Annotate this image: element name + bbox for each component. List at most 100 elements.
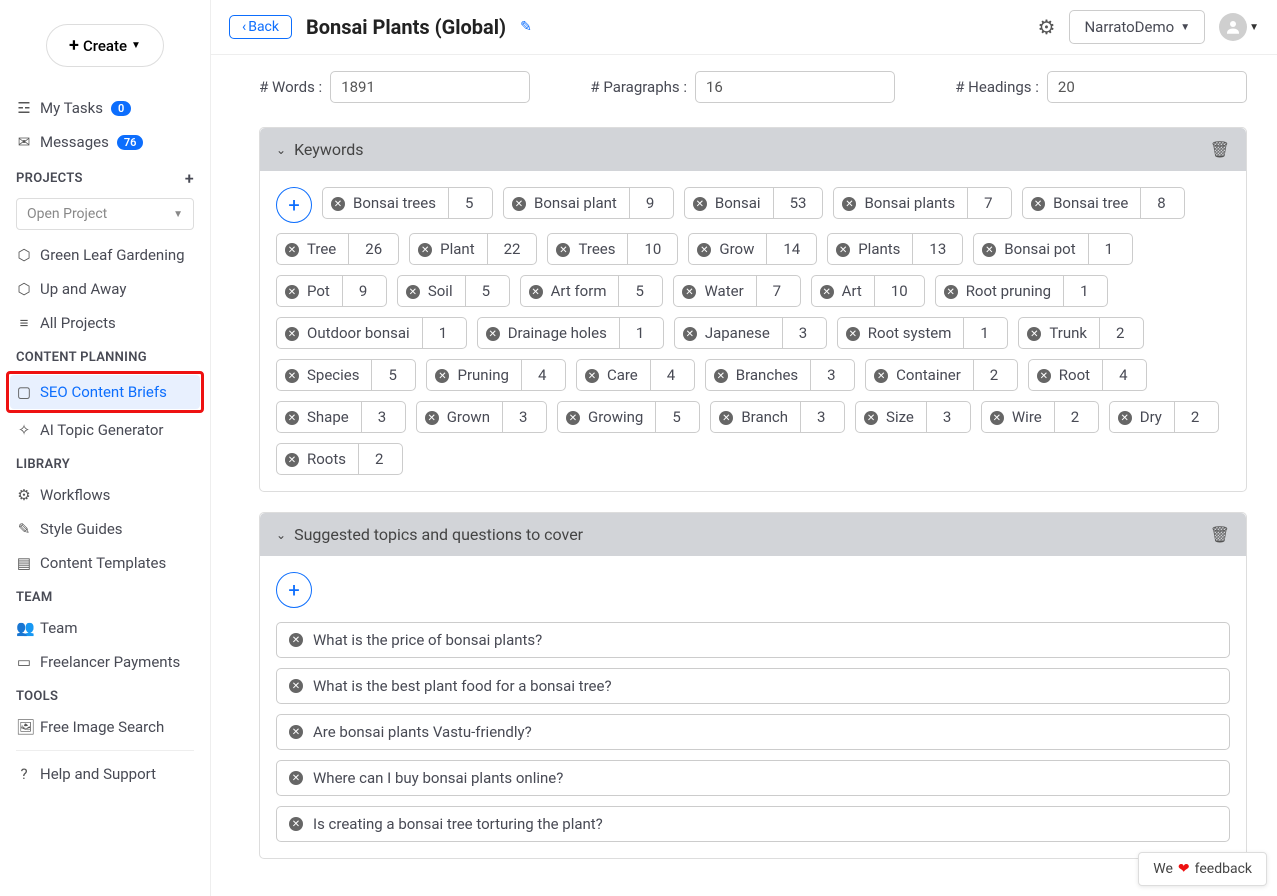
- keyword-count[interactable]: 2: [1054, 402, 1098, 432]
- keyword-count[interactable]: 2: [358, 444, 402, 474]
- keyword-count[interactable]: 3: [782, 318, 826, 348]
- keyword-count[interactable]: 5: [655, 402, 699, 432]
- keyword-count[interactable]: 5: [618, 276, 662, 306]
- remove-topic-icon[interactable]: ✕: [289, 679, 303, 693]
- nav-image-search[interactable]: 🖼Free Image Search: [10, 710, 200, 744]
- remove-keyword-icon[interactable]: ✕: [864, 411, 878, 425]
- keyword-count[interactable]: 8: [1140, 188, 1184, 218]
- remove-keyword-icon[interactable]: ✕: [425, 411, 439, 425]
- keyword-count[interactable]: 4: [1102, 360, 1146, 390]
- keyword-count[interactable]: 1: [963, 318, 1007, 348]
- remove-keyword-icon[interactable]: ✕: [285, 411, 299, 425]
- remove-keyword-icon[interactable]: ✕: [693, 197, 707, 211]
- content-scroll[interactable]: # Words : # Paragraphs : # Headings : ⌄ …: [211, 55, 1277, 896]
- keyword-count[interactable]: 4: [650, 360, 694, 390]
- nav-workflows[interactable]: ⚙Workflows: [10, 478, 200, 512]
- keyword-count[interactable]: 9: [342, 276, 386, 306]
- nav-style-guides[interactable]: ✎Style Guides: [10, 512, 200, 546]
- keyword-count[interactable]: 4: [521, 360, 565, 390]
- remove-topic-icon[interactable]: ✕: [289, 725, 303, 739]
- remove-keyword-icon[interactable]: ✕: [682, 285, 696, 299]
- keyword-count[interactable]: 14: [766, 234, 816, 264]
- project-up-and-away[interactable]: ⬡Up and Away: [10, 272, 200, 306]
- remove-keyword-icon[interactable]: ✕: [874, 369, 888, 383]
- feedback-widget[interactable]: We ❤ feedback: [1138, 852, 1267, 886]
- topics-panel-header[interactable]: ⌄ Suggested topics and questions to cove…: [260, 513, 1246, 556]
- remove-keyword-icon[interactable]: ✕: [331, 197, 345, 211]
- keyword-count[interactable]: 10: [874, 276, 924, 306]
- keyword-count[interactable]: 5: [448, 188, 492, 218]
- remove-keyword-icon[interactable]: ✕: [435, 369, 449, 383]
- remove-keyword-icon[interactable]: ✕: [285, 369, 299, 383]
- all-projects[interactable]: ≡All Projects: [10, 306, 200, 340]
- keyword-count[interactable]: 3: [926, 402, 970, 432]
- nav-help[interactable]: ?Help and Support: [10, 757, 200, 791]
- keyword-count[interactable]: 7: [756, 276, 800, 306]
- remove-keyword-icon[interactable]: ✕: [529, 285, 543, 299]
- remove-keyword-icon[interactable]: ✕: [846, 327, 860, 341]
- add-keyword-button[interactable]: +: [276, 187, 312, 223]
- remove-keyword-icon[interactable]: ✕: [982, 243, 996, 257]
- back-button[interactable]: ‹Back: [229, 15, 292, 39]
- nav-my-tasks[interactable]: ☲ My Tasks 0: [10, 91, 200, 125]
- nav-freelancer[interactable]: ▭Freelancer Payments: [10, 645, 200, 679]
- remove-keyword-icon[interactable]: ✕: [486, 327, 500, 341]
- remove-keyword-icon[interactable]: ✕: [944, 285, 958, 299]
- settings-icon[interactable]: ⚙: [1038, 15, 1056, 39]
- create-button[interactable]: + Create ▼: [46, 24, 164, 67]
- remove-keyword-icon[interactable]: ✕: [719, 411, 733, 425]
- keyword-count[interactable]: 3: [800, 402, 844, 432]
- keyword-count[interactable]: 3: [810, 360, 854, 390]
- remove-keyword-icon[interactable]: ✕: [566, 411, 580, 425]
- remove-keyword-icon[interactable]: ✕: [285, 453, 299, 467]
- keyword-count[interactable]: 53: [773, 188, 823, 218]
- add-project-icon[interactable]: +: [185, 169, 194, 188]
- keyword-count[interactable]: 3: [361, 402, 405, 432]
- keyword-count[interactable]: 5: [371, 360, 415, 390]
- add-topic-button[interactable]: +: [276, 572, 312, 608]
- nav-seo-briefs[interactable]: ▢SEO Content Briefs: [10, 375, 200, 409]
- remove-keyword-icon[interactable]: ✕: [406, 285, 420, 299]
- keyword-count[interactable]: 1: [619, 318, 663, 348]
- keyword-count[interactable]: 2: [1174, 402, 1218, 432]
- keywords-panel-header[interactable]: ⌄ Keywords 🗑: [260, 128, 1246, 171]
- keyword-count[interactable]: 1: [1063, 276, 1107, 306]
- nav-team[interactable]: 👥Team: [10, 611, 200, 645]
- remove-keyword-icon[interactable]: ✕: [512, 197, 526, 211]
- keyword-count[interactable]: 13: [912, 234, 962, 264]
- remove-keyword-icon[interactable]: ✕: [1037, 369, 1051, 383]
- workspace-dropdown[interactable]: NarratoDemo▼: [1069, 10, 1205, 44]
- remove-keyword-icon[interactable]: ✕: [683, 327, 697, 341]
- headings-input[interactable]: [1047, 71, 1247, 103]
- remove-topic-icon[interactable]: ✕: [289, 633, 303, 647]
- remove-keyword-icon[interactable]: ✕: [1027, 327, 1041, 341]
- nav-templates[interactable]: ▤Content Templates: [10, 546, 200, 580]
- paragraphs-input[interactable]: [695, 71, 895, 103]
- user-menu[interactable]: ▼: [1219, 13, 1259, 41]
- keyword-count[interactable]: 2: [1099, 318, 1143, 348]
- open-project-select[interactable]: Open Project ▼: [16, 198, 194, 230]
- keyword-count[interactable]: 22: [487, 234, 537, 264]
- remove-keyword-icon[interactable]: ✕: [990, 411, 1004, 425]
- nav-ai-topic[interactable]: ✧AI Topic Generator: [10, 413, 200, 447]
- keyword-count[interactable]: 1: [1088, 234, 1132, 264]
- remove-keyword-icon[interactable]: ✕: [418, 243, 432, 257]
- words-input[interactable]: [330, 71, 530, 103]
- project-green-leaf[interactable]: ⬡Green Leaf Gardening: [10, 238, 200, 272]
- remove-keyword-icon[interactable]: ✕: [585, 369, 599, 383]
- remove-keyword-icon[interactable]: ✕: [836, 243, 850, 257]
- keyword-count[interactable]: 1: [422, 318, 466, 348]
- nav-messages[interactable]: ✉ Messages 76: [10, 125, 200, 159]
- keyword-count[interactable]: 7: [967, 188, 1011, 218]
- keyword-count[interactable]: 3: [502, 402, 546, 432]
- remove-keyword-icon[interactable]: ✕: [1118, 411, 1132, 425]
- remove-keyword-icon[interactable]: ✕: [697, 243, 711, 257]
- remove-keyword-icon[interactable]: ✕: [820, 285, 834, 299]
- remove-keyword-icon[interactable]: ✕: [714, 369, 728, 383]
- keyword-count[interactable]: 2: [973, 360, 1017, 390]
- delete-keywords-icon[interactable]: 🗑: [1210, 140, 1230, 159]
- keyword-count[interactable]: 26: [348, 234, 398, 264]
- remove-topic-icon[interactable]: ✕: [289, 771, 303, 785]
- remove-keyword-icon[interactable]: ✕: [285, 243, 299, 257]
- remove-keyword-icon[interactable]: ✕: [285, 285, 299, 299]
